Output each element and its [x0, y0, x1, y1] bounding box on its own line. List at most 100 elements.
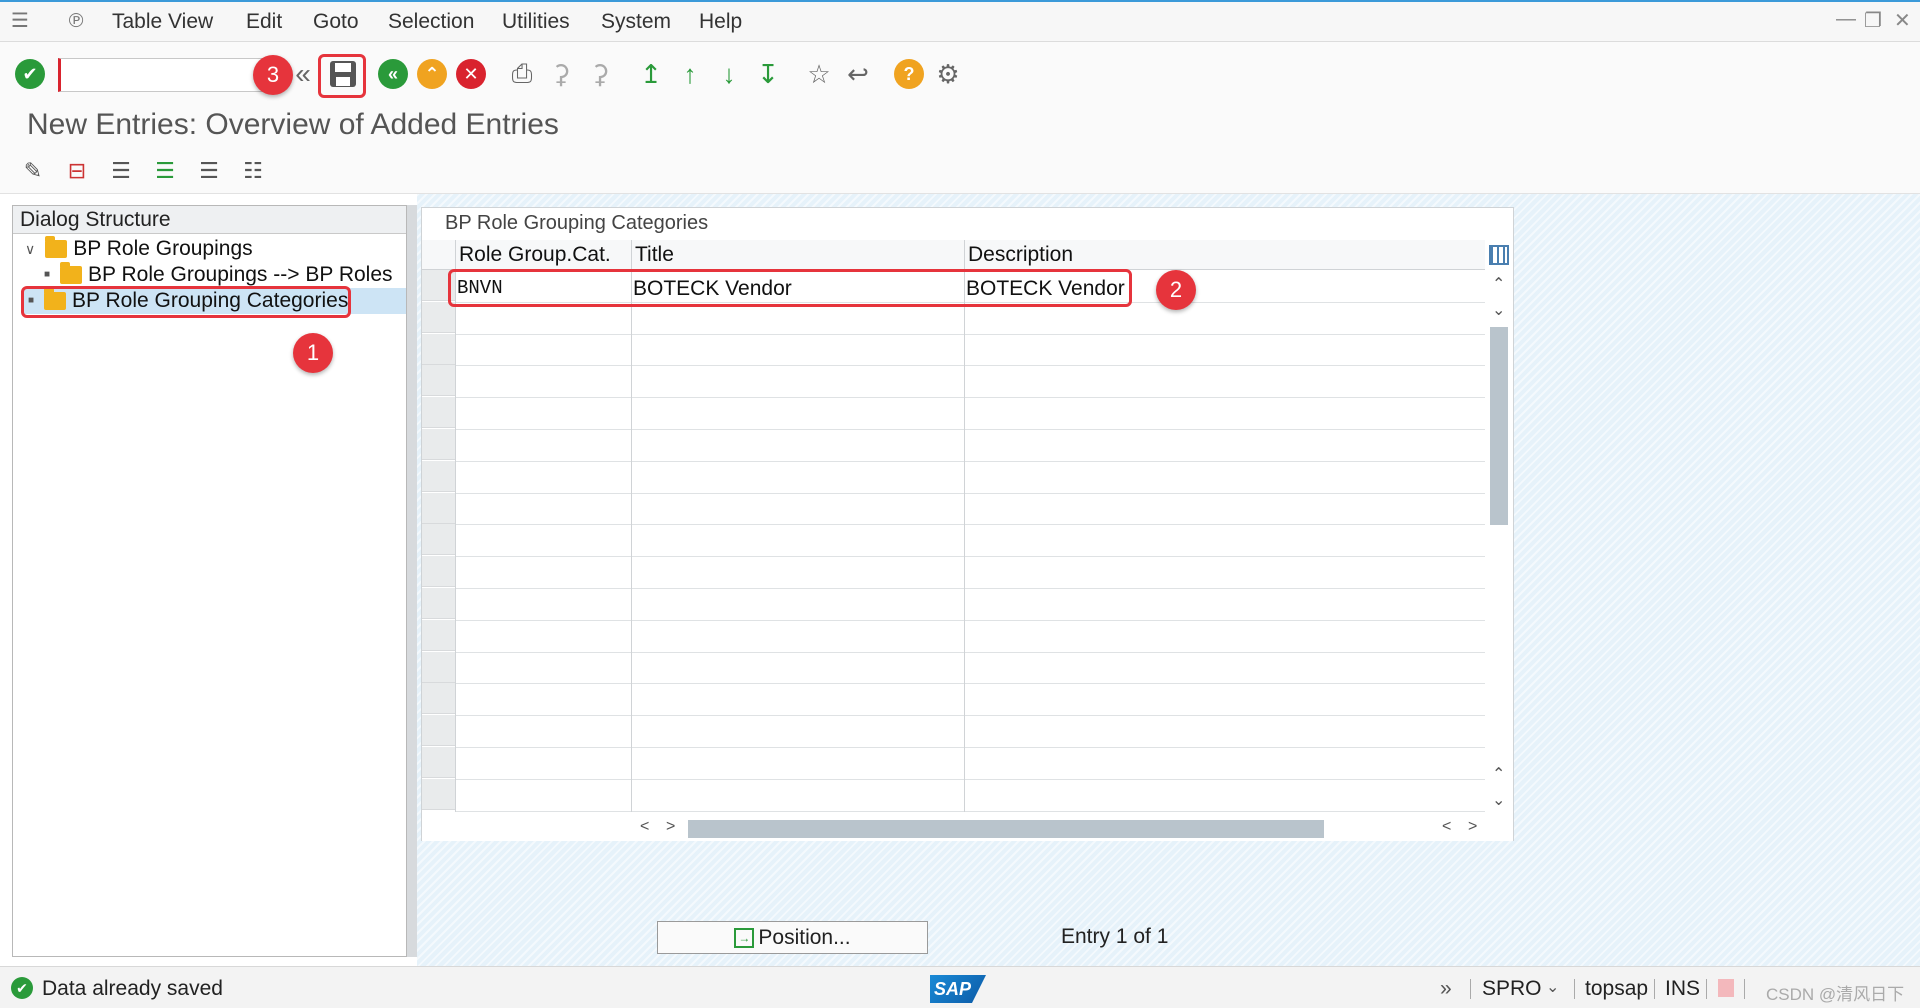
cancel-icon[interactable]: ✕: [453, 56, 489, 92]
status-chart-icon: [1718, 979, 1734, 997]
horizontal-scroll-thumb[interactable]: [688, 820, 1324, 838]
minimize-icon[interactable]: —: [1836, 8, 1856, 31]
back-icon[interactable]: «: [375, 56, 411, 92]
find-icon[interactable]: ⚳: [543, 56, 579, 92]
grid-row-line: [455, 460, 1485, 462]
column-header-role-group-cat[interactable]: Role Group.Cat.: [459, 243, 611, 267]
deselect-all-icon[interactable]: ☰: [194, 156, 224, 186]
menu-system[interactable]: System: [601, 10, 671, 34]
column-header-description[interactable]: Description: [968, 243, 1073, 267]
table-settings-icon[interactable]: [1489, 245, 1509, 265]
row-selector[interactable]: [422, 747, 455, 778]
status-transaction[interactable]: SPRO: [1482, 977, 1542, 1001]
row-selector[interactable]: [422, 778, 455, 810]
status-input-mode[interactable]: INS: [1665, 977, 1700, 1001]
grid-row-line: [455, 747, 1485, 748]
divider: [1654, 979, 1655, 999]
row-selector[interactable]: [422, 556, 455, 588]
vertical-scroll-thumb[interactable]: [1490, 327, 1508, 525]
tree-node-bp-role-groupings-roles[interactable]: ■ BP Role Groupings --> BP Roles: [44, 262, 393, 288]
menu-help[interactable]: Help: [699, 10, 742, 34]
dialog-structure-header: Dialog Structure: [13, 206, 406, 234]
grid-row-line: [455, 492, 1485, 494]
menu-list-icon[interactable]: ☰: [8, 10, 32, 32]
save-button-highlight: [318, 54, 366, 98]
close-icon[interactable]: ✕: [1894, 8, 1911, 33]
scroll-page-down-icon[interactable]: ⌄: [1492, 790, 1505, 810]
position-button[interactable]: → Position...: [657, 921, 928, 954]
menu-utilities[interactable]: Utilities: [502, 10, 570, 34]
row-selector[interactable]: [422, 492, 455, 524]
success-icon: ✔: [11, 977, 33, 999]
row-selector[interactable]: [422, 683, 455, 715]
menu-edit[interactable]: Edit: [246, 10, 282, 34]
scroll-down-icon[interactable]: ⌄: [1492, 300, 1505, 320]
exit-icon[interactable]: ⌃: [414, 56, 450, 92]
row-selector[interactable]: [422, 333, 455, 365]
divider: [1574, 979, 1575, 999]
row-selector[interactable]: [422, 588, 455, 619]
select-all-icon[interactable]: ☰: [106, 156, 136, 186]
scroll-right-end-icon[interactable]: >: [1468, 818, 1477, 836]
find-next-icon[interactable]: ⚳: [582, 56, 618, 92]
tree-node-bp-role-groupings[interactable]: ∨ BP Role Groupings: [25, 236, 253, 262]
row-selector[interactable]: [422, 429, 455, 460]
menu-goto[interactable]: Goto: [313, 10, 359, 34]
grid-row-line: [455, 588, 1485, 589]
divider: [1744, 979, 1745, 999]
print-icon[interactable]: ⎙: [504, 56, 540, 92]
column-header-title[interactable]: Title: [635, 243, 674, 267]
row-selector[interactable]: [422, 460, 455, 492]
row-selector[interactable]: [422, 651, 455, 683]
scroll-left-end-icon[interactable]: <: [1442, 818, 1451, 836]
enter-icon[interactable]: ✔: [12, 56, 48, 92]
menu-selection[interactable]: Selection: [388, 10, 474, 34]
panel-splitter[interactable]: [407, 205, 417, 957]
first-page-icon[interactable]: ↥: [633, 56, 669, 92]
previous-page-icon[interactable]: ↑: [672, 56, 708, 92]
variant-icon[interactable]: ☷: [238, 156, 268, 186]
grid-column-line: [631, 240, 632, 812]
scroll-left-icon[interactable]: <: [640, 818, 649, 836]
scroll-right-icon[interactable]: >: [666, 818, 675, 836]
scroll-up-icon[interactable]: ⌃: [1492, 274, 1505, 294]
row-selector[interactable]: [422, 301, 455, 333]
menu-table-view[interactable]: Table View: [112, 10, 213, 34]
tree-node-highlight: [21, 286, 351, 318]
page-title: New Entries: Overview of Added Entries: [27, 108, 559, 141]
annotation-badge-3: 3: [253, 55, 293, 95]
create-session-icon[interactable]: ☆: [801, 56, 837, 92]
grid-row-line: [455, 365, 1485, 367]
last-page-icon[interactable]: ↧: [750, 56, 786, 92]
settings-icon[interactable]: ⚙: [930, 56, 966, 92]
grid-row-line: [455, 333, 1485, 335]
row-selector[interactable]: [422, 619, 455, 651]
entry-counter: Entry 1 of 1: [1061, 925, 1169, 948]
status-dropdown-icon[interactable]: ⌄: [1546, 977, 1559, 997]
next-page-icon[interactable]: ↓: [711, 56, 747, 92]
row-selector[interactable]: [422, 715, 455, 747]
bullet-icon: ■: [44, 269, 51, 280]
display-change-icon[interactable]: ✎: [18, 156, 48, 186]
menu-bar: ☰ ℗ Table View Edit Goto Selection Utili…: [0, 0, 1920, 42]
restore-icon[interactable]: ❐: [1864, 8, 1882, 33]
tree-node-label: BP Role Groupings: [73, 237, 253, 260]
sap-menu-icon[interactable]: ℗: [64, 10, 88, 32]
grid-row-line: [455, 524, 1485, 526]
row-selector[interactable]: [422, 365, 455, 397]
tree-node-label: BP Role Groupings --> BP Roles: [88, 263, 393, 286]
scroll-page-up-icon[interactable]: ⌃: [1492, 764, 1505, 784]
expand-status-icon[interactable]: »: [1440, 977, 1452, 1001]
divider: [1706, 979, 1707, 999]
folder-icon: [60, 262, 83, 284]
grid-row-line: [455, 778, 1485, 780]
delete-entry-icon[interactable]: ⊟: [62, 156, 92, 186]
grid-row-line: [455, 683, 1485, 685]
help-icon[interactable]: ?: [891, 56, 927, 92]
select-block-icon[interactable]: ☰: [150, 156, 180, 186]
command-field[interactable]: [58, 58, 278, 92]
generate-shortcut-icon[interactable]: ↩: [840, 56, 876, 92]
row-selector[interactable]: [422, 524, 455, 556]
row-selector[interactable]: [422, 397, 455, 429]
collapse-icon[interactable]: ∨: [25, 236, 35, 262]
